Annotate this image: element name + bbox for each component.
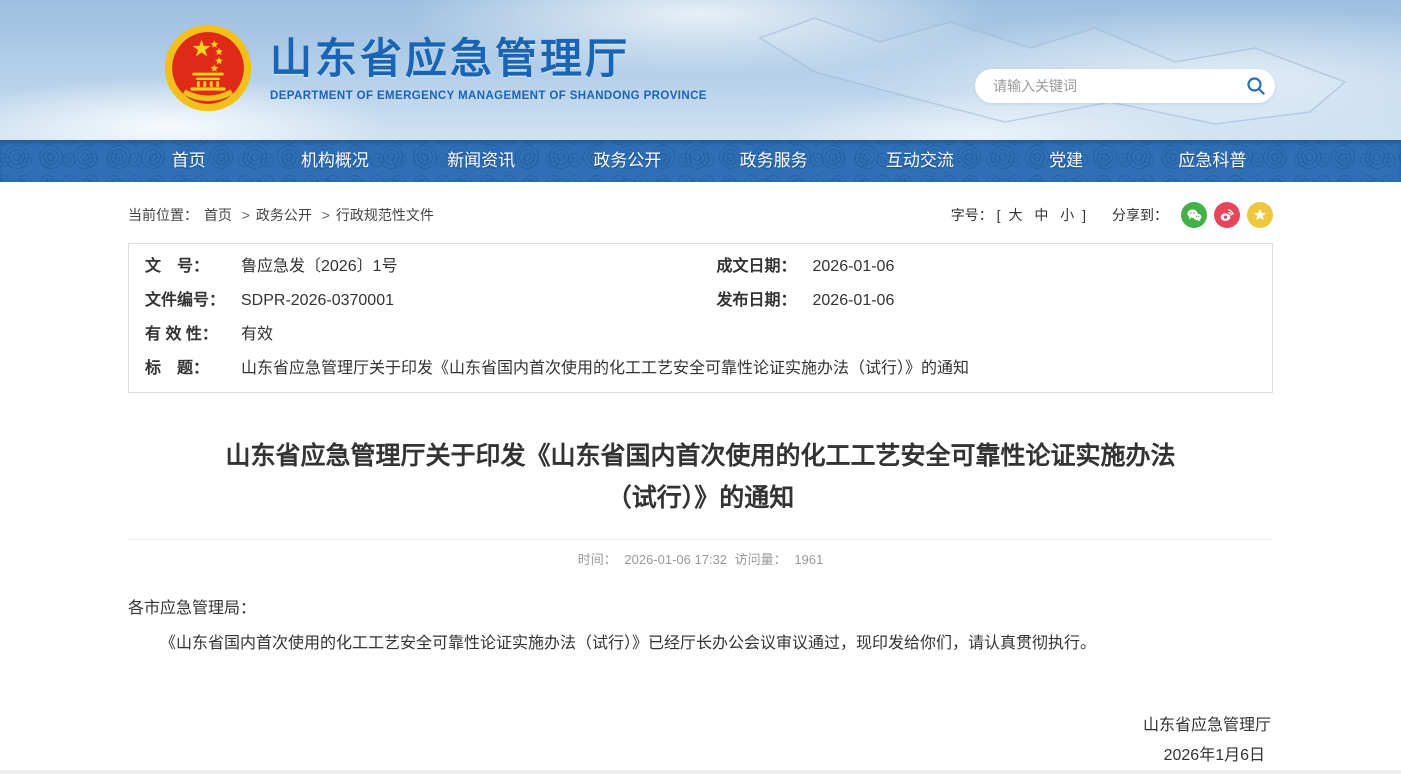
breadcrumb-gov-info[interactable]: 政务公开 [256, 207, 312, 223]
nav-item-gov-services[interactable]: 政务服务 [701, 140, 847, 182]
meta-validity-label: 有 效 性： [145, 325, 241, 345]
meta-doc-number-value: 鲁应急发〔2026〕1号 [241, 257, 398, 277]
meta-file-code-label: 文件编号： [145, 291, 241, 311]
meta-written-date-label: 成文日期： [717, 257, 813, 277]
signature-org: 山东省应急管理厅 [128, 711, 1271, 741]
article-body: 各市应急管理局： 《山东省国内首次使用的化工工艺安全可靠性论证实施办法（试行）》… [128, 596, 1273, 771]
nav-item-home[interactable]: 首页 [116, 140, 262, 182]
breadcrumb-separator: > [322, 207, 330, 223]
nav-item-about[interactable]: 机构概况 [262, 140, 408, 182]
meta-doc-title-value: 山东省应急管理厅关于印发《山东省国内首次使用的化工工艺安全可靠性论证实施办法（试… [241, 359, 969, 379]
search-input[interactable] [975, 71, 1237, 101]
content-container: 当前位置： 首页 > 政务公开 > 行政规范性文件 字号： [ 大 中 小 ] … [128, 182, 1273, 771]
nav-item-emergency-science[interactable]: 应急科普 [1139, 140, 1285, 182]
nav-item-interaction[interactable]: 互动交流 [847, 140, 993, 182]
document-meta-box: 文 号： 鲁应急发〔2026〕1号 成文日期： 2026-01-06 文件编号：… [128, 243, 1273, 393]
fontsize-large-button[interactable]: 大 [1008, 207, 1022, 223]
meta-publish-date-value: 2026-01-06 [813, 291, 895, 311]
fontsize-bracket-close: ] [1082, 207, 1086, 223]
share-wechat-button[interactable] [1181, 202, 1207, 228]
article-meta-line: 时间： 2026-01-06 17:32 访问量： 1961 [128, 549, 1273, 568]
visits-value: 1961 [794, 552, 823, 567]
nav-item-gov-info[interactable]: 政务公开 [554, 140, 700, 182]
nav-inner: 首页 机构概况 新闻资讯 政务公开 政务服务 互动交流 党建 应急科普 [116, 140, 1286, 182]
body-paragraph-main: 《山东省国内首次使用的化工工艺安全可靠性论证实施办法（试行）》已经厅长办公会议审… [128, 631, 1273, 657]
meta-validity-value: 有效 [241, 325, 273, 345]
page-bottom-strip [0, 770, 1401, 774]
search-icon [1245, 75, 1267, 97]
meta-doc-number: 文 号： 鲁应急发〔2026〕1号 [129, 250, 701, 284]
nav-item-party-building[interactable]: 党建 [993, 140, 1139, 182]
meta-doc-number-label: 文 号： [145, 257, 241, 277]
site-title: 山东省应急管理厅 [270, 34, 707, 84]
national-emblem-icon [162, 22, 254, 114]
weibo-icon [1218, 206, 1236, 224]
signature-date: 2026年1月6日 [128, 741, 1271, 771]
share-qzone-button[interactable] [1247, 202, 1273, 228]
time-label: 时间： [578, 552, 617, 567]
breadcrumb-label: 当前位置： [128, 207, 198, 223]
title-divider [128, 539, 1273, 540]
fontsize-widget: 字号： [ 大 中 小 ] [951, 205, 1086, 225]
breadcrumb-separator: > [242, 207, 250, 223]
search-box [975, 69, 1275, 103]
meta-publish-date: 发布日期： 2026-01-06 [701, 284, 1273, 318]
fontsize-bracket-open: [ [997, 207, 1001, 223]
signature-block: 山东省应急管理厅 2026年1月6日 [128, 711, 1273, 771]
meta-file-code-value: SDPR-2026-0370001 [241, 291, 394, 311]
qzone-star-icon [1251, 206, 1269, 224]
fontsize-label: 字号： [951, 207, 993, 223]
page: 山东省应急管理厅 DEPARTMENT OF EMERGENCY MANAGEM… [0, 0, 1401, 774]
nav-item-news[interactable]: 新闻资讯 [408, 140, 554, 182]
brand: 山东省应急管理厅 DEPARTMENT OF EMERGENCY MANAGEM… [162, 22, 707, 114]
search-button[interactable] [1237, 69, 1275, 103]
breadcrumb-home[interactable]: 首页 [204, 207, 232, 223]
wechat-icon [1185, 206, 1203, 224]
fontsize-medium-button[interactable]: 中 [1034, 207, 1048, 223]
share-label: 分享到： [1112, 205, 1168, 225]
meta-validity: 有 效 性： 有效 [129, 318, 1272, 352]
meta-written-date-value: 2026-01-06 [813, 257, 895, 277]
brand-text: 山东省应急管理厅 DEPARTMENT OF EMERGENCY MANAGEM… [270, 34, 707, 102]
breadcrumb: 当前位置： 首页 > 政务公开 > 行政规范性文件 [128, 205, 436, 225]
meta-doc-title: 标 题： 山东省应急管理厅关于印发《山东省国内首次使用的化工工艺安全可靠性论证实… [129, 352, 1272, 386]
main-nav: 首页 机构概况 新闻资讯 政务公开 政务服务 互动交流 党建 应急科普 [0, 140, 1401, 182]
site-subtitle: DEPARTMENT OF EMERGENCY MANAGEMENT OF SH… [270, 90, 707, 102]
meta-publish-date-label: 发布日期： [717, 291, 813, 311]
breadcrumb-row: 当前位置： 首页 > 政务公开 > 行政规范性文件 字号： [ 大 中 小 ] … [128, 182, 1273, 228]
fontsize-small-button[interactable]: 小 [1060, 207, 1074, 223]
meta-file-code: 文件编号： SDPR-2026-0370001 [129, 284, 701, 318]
visits-label: 访问量： [735, 552, 787, 567]
body-paragraph-salutation: 各市应急管理局： [128, 596, 1273, 622]
site-header: 山东省应急管理厅 DEPARTMENT OF EMERGENCY MANAGEM… [0, 0, 1401, 140]
meta-doc-title-label: 标 题： [145, 359, 241, 379]
share-weibo-button[interactable] [1214, 202, 1240, 228]
meta-written-date: 成文日期： 2026-01-06 [701, 250, 1273, 284]
breadcrumb-regulatory-docs[interactable]: 行政规范性文件 [336, 207, 434, 223]
page-tools: 字号： [ 大 中 小 ] 分享到： [951, 202, 1273, 228]
article-title: 山东省应急管理厅关于印发《山东省国内首次使用的化工工艺安全可靠性论证实施办法（试… [208, 435, 1193, 519]
time-value: 2026-01-06 17:32 [624, 552, 727, 567]
